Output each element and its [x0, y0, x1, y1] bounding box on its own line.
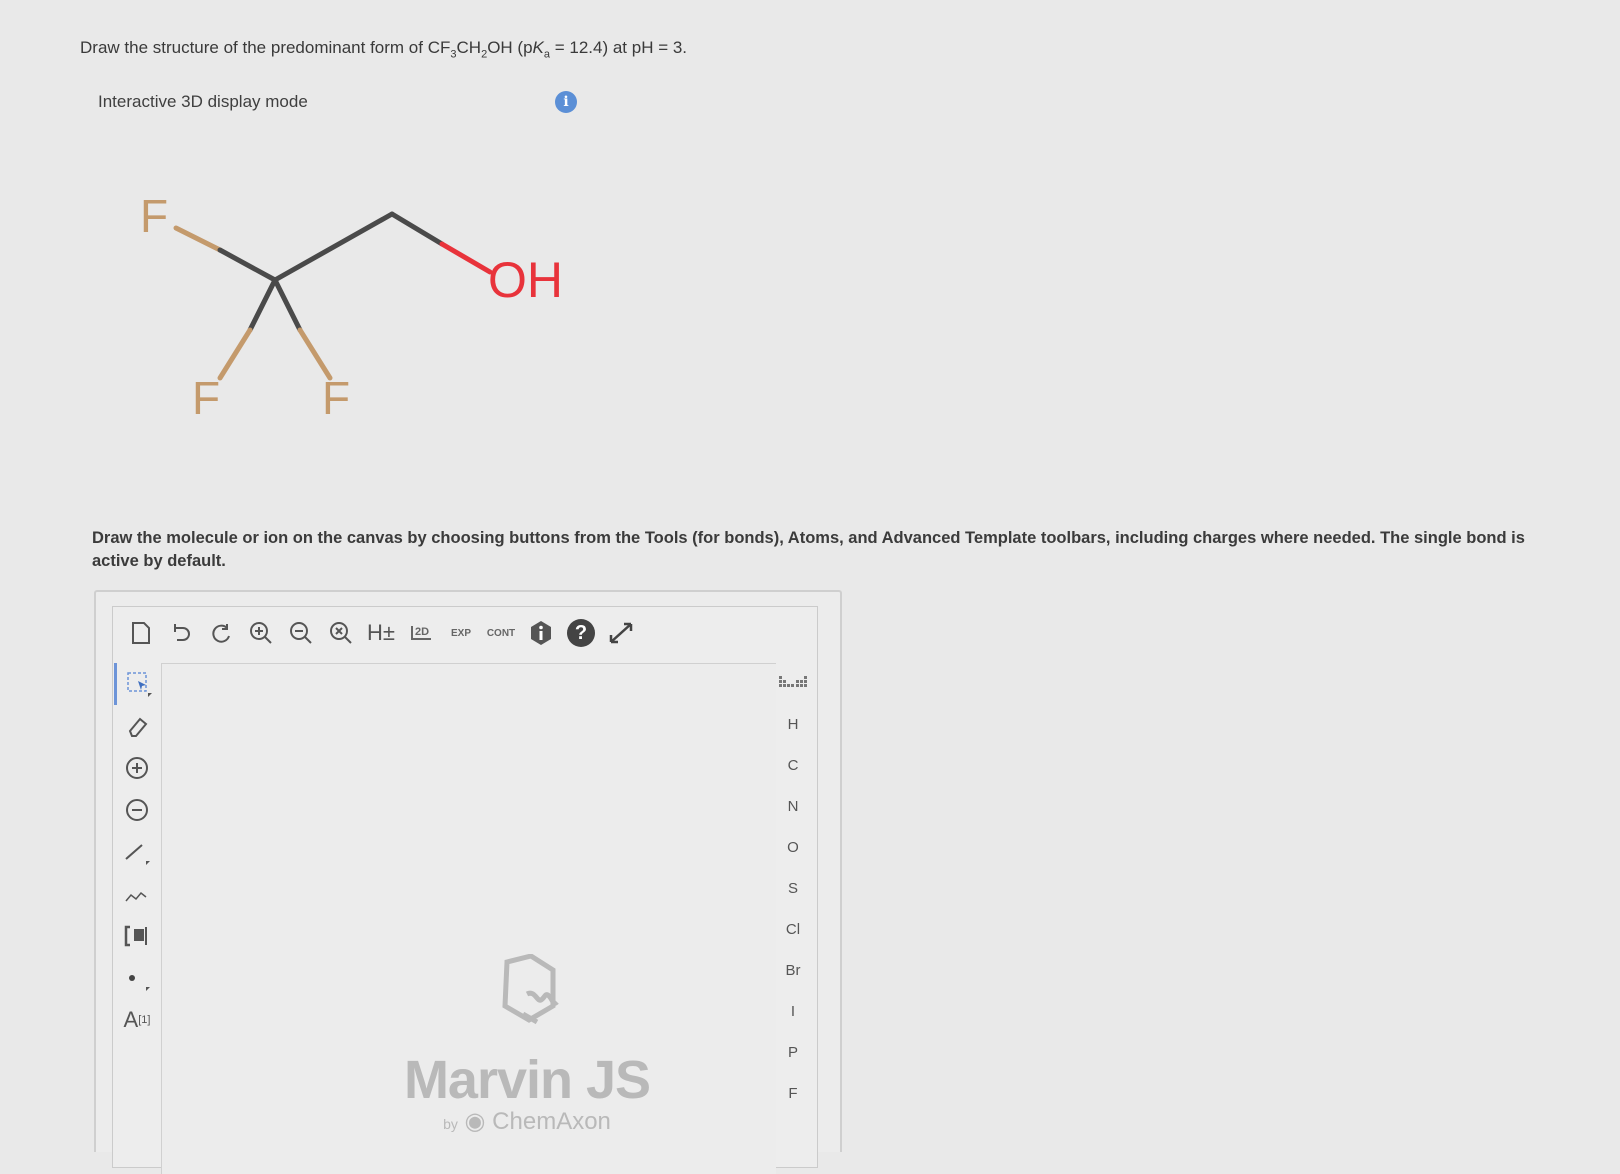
atom-button-c[interactable]: C — [773, 745, 813, 786]
radical-dot-icon — [129, 975, 150, 991]
clean-2d-button[interactable]: 2D — [401, 616, 441, 650]
chain-icon — [125, 891, 147, 902]
radical-tool[interactable] — [115, 957, 159, 999]
bond-c-f-left-outer — [217, 327, 253, 381]
atom-button-i[interactable]: I — [773, 991, 813, 1032]
bond-c-f-top — [173, 225, 223, 253]
expand-button[interactable]: EXP — [441, 616, 481, 650]
single-bond-tool[interactable] — [115, 831, 159, 873]
contract-button[interactable]: CONT — [481, 616, 521, 650]
atom-button-o[interactable]: O — [773, 827, 813, 868]
zoom-out-icon[interactable] — [281, 616, 321, 650]
select-tool[interactable] — [113, 663, 161, 705]
atom-f-right: F — [322, 372, 350, 424]
atom-f-left: F — [192, 372, 220, 424]
info-hexagon-icon[interactable] — [521, 616, 561, 650]
atom-f-top: F — [140, 190, 168, 242]
question-text: Draw the structure of the predominant fo… — [80, 38, 688, 61]
molecule-3d-view[interactable]: F F F OH — [120, 180, 580, 440]
instructions-text: Draw the molecule or ion on the canvas b… — [92, 529, 1525, 570]
selection-icon — [126, 672, 152, 697]
template-tool[interactable] — [115, 915, 159, 957]
clean-2d-label: 2D — [410, 626, 432, 640]
periodic-table-icon[interactable] — [773, 663, 813, 704]
bond-c-f-top-inner — [217, 247, 278, 283]
help-button[interactable]: ? — [561, 616, 601, 650]
undo-icon[interactable] — [161, 616, 201, 650]
atom-label-sup: [1] — [138, 1014, 151, 1026]
atom-button-p[interactable]: P — [773, 1032, 813, 1073]
atom-button-br[interactable]: Br — [773, 950, 813, 991]
h-toggle-button[interactable]: H± — [361, 616, 401, 650]
plus-charge-icon — [126, 757, 148, 779]
atom-button-f[interactable]: F — [773, 1073, 813, 1114]
atom-button-cl[interactable]: Cl — [773, 909, 813, 950]
chain-tool[interactable] — [115, 873, 159, 915]
fullscreen-icon[interactable] — [601, 616, 641, 650]
eraser-icon — [128, 717, 148, 737]
marvin-editor: H± 2D EXP CONT ? A [1] Marvin JS by ◉ Ch… — [112, 606, 818, 1174]
atom-label-letter: A — [123, 1007, 139, 1032]
zoom-in-icon[interactable] — [241, 616, 281, 650]
watermark-company: ChemAxon — [492, 1108, 611, 1135]
redo-icon[interactable] — [201, 616, 241, 650]
editor-frame: H± 2D EXP CONT ? A [1] Marvin JS by ◉ Ch… — [94, 590, 842, 1174]
bond-c-o — [389, 211, 445, 247]
atom-button-h[interactable]: H — [773, 704, 813, 745]
bond-c-f-left — [247, 277, 278, 333]
decrease-charge-tool[interactable] — [115, 789, 159, 831]
bond-c-f-right — [272, 277, 303, 333]
bracket-template-icon — [124, 925, 147, 947]
chemaxon-flask-icon: ◉ — [464, 1108, 486, 1135]
info-icon[interactable]: i — [555, 91, 577, 113]
minus-charge-icon — [126, 799, 148, 821]
bond-c-c — [272, 211, 395, 283]
atom-oh: OH — [488, 252, 563, 308]
bond-c-o-outer — [439, 241, 493, 275]
single-bond-icon — [125, 844, 150, 865]
top-toolbar: H± 2D EXP CONT ? — [121, 615, 681, 651]
zoom-fit-icon[interactable] — [321, 616, 361, 650]
new-document-icon[interactable] — [121, 616, 161, 650]
watermark-by: by — [443, 1116, 458, 1132]
bond-c-f-right-outer — [297, 327, 333, 381]
left-toolbar: A [1] — [113, 663, 161, 1041]
marvin-watermark: Marvin JS by ◉ ChemAxon — [402, 953, 652, 1136]
atom-button-n[interactable]: N — [773, 786, 813, 827]
marvin-logo-icon — [502, 953, 559, 1025]
display-mode-label: Interactive 3D display mode — [98, 92, 308, 111]
watermark-subtitle: by ◉ ChemAxon — [402, 1107, 652, 1136]
atoms-toolbar: H C N O S Cl Br I P F — [773, 663, 813, 1114]
increase-charge-tool[interactable] — [115, 747, 159, 789]
drawing-canvas[interactable]: Marvin JS by ◉ ChemAxon — [161, 663, 776, 1174]
eraser-tool[interactable] — [115, 705, 159, 747]
watermark-title: Marvin JS — [403, 1050, 651, 1110]
help-icon: ? — [567, 619, 595, 647]
atom-button-s[interactable]: S — [773, 868, 813, 909]
atom-label-tool[interactable]: A [1] — [115, 999, 159, 1041]
